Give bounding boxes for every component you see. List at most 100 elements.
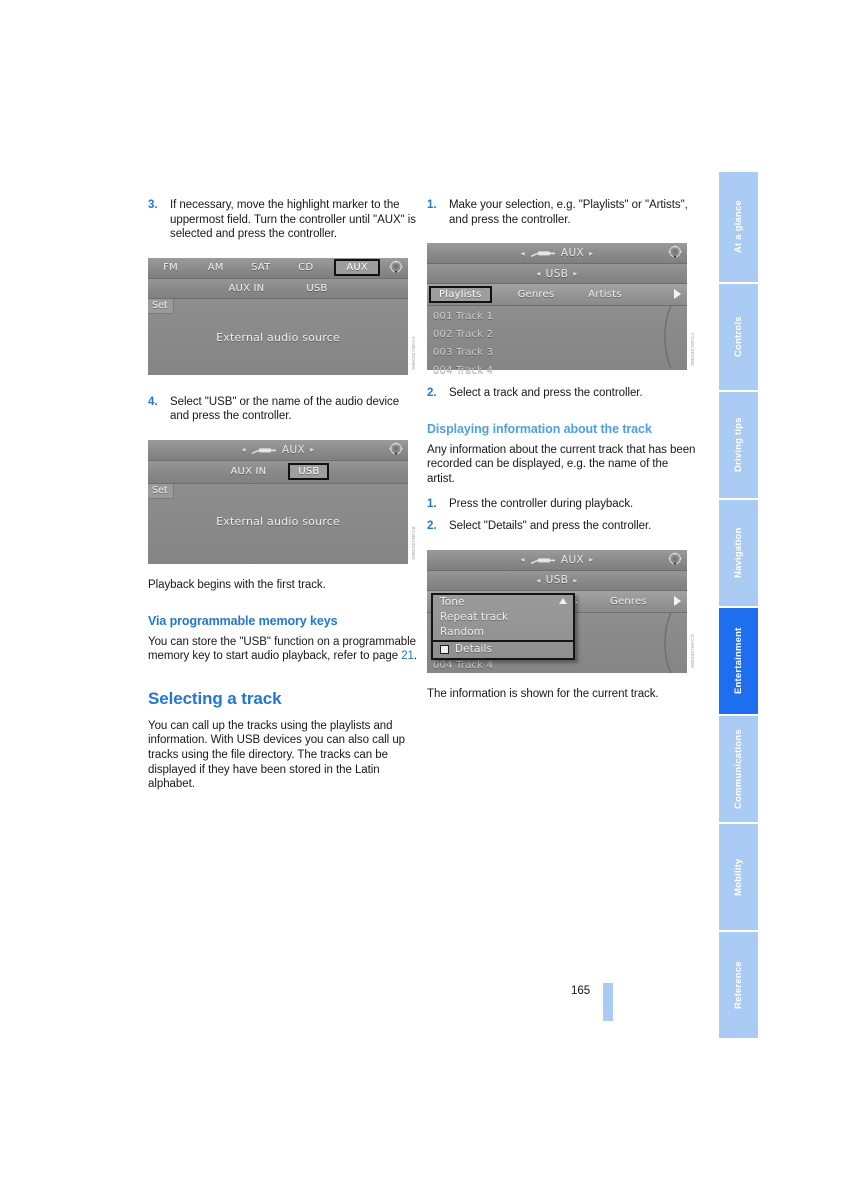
menu-item-details-label: Details (455, 643, 493, 656)
memory-keys-text-before: You can store the "USB" function on a pr… (148, 635, 416, 663)
title-aux: ◂ AUX ▸ (520, 554, 593, 566)
step-b2-text: Select "Details" and press the controlle… (449, 520, 652, 533)
step-b1-number: 1. (427, 497, 437, 510)
idrive-screenshot-aux-modes: FM AM SAT CD AUX AUX IN USB Set External… (148, 257, 416, 375)
mode-bar: FM AM SAT CD AUX (148, 257, 408, 279)
right-arrow-icon[interactable]: ▸ (310, 445, 314, 454)
step-3: 3. If necessary, move the highlight mark… (148, 198, 420, 242)
title-aux: ◂ AUX ▸ (520, 247, 593, 259)
more-tabs-arrow-icon[interactable] (674, 289, 681, 300)
right-arrow-icon[interactable]: ▸ (573, 576, 577, 585)
track-row[interactable]: 001 Track 1 (427, 308, 687, 326)
menu-item-repeat-track[interactable]: Repeat track (433, 610, 573, 625)
step-b2-number: 2. (427, 520, 437, 533)
idrive-screenshot-usb-selected: ◂ AUX ▸ AUX IN USB Set External audio so… (148, 439, 416, 564)
step-1-number: 1. (427, 199, 437, 211)
mode-sat[interactable]: SAT (238, 262, 283, 273)
rail-tab-reference[interactable]: Reference (719, 932, 758, 1038)
screen-body: Set External audio source (148, 483, 408, 564)
subtitle-bar-usb: ◂ USB ▸ (427, 264, 687, 285)
title-bar: ◂ AUX ▸ (427, 549, 687, 571)
sub-item-usb-selected[interactable]: USB (288, 463, 330, 481)
subtitle-text: USB (545, 574, 569, 587)
sub-item-aux-in[interactable]: AUX IN (227, 466, 271, 477)
idrive-screenshot-playlists: ◂ AUX ▸ ◂ USB ▸ Playlists Genres Artists… (427, 243, 695, 376)
subtitle-bar-usb: ◂ USB ▸ (427, 570, 687, 591)
step-b2: 2. Select "Details" and press the contro… (427, 519, 699, 534)
right-arrow-icon[interactable]: ▸ (589, 555, 593, 564)
controller-icon (666, 551, 684, 568)
tab-genres[interactable]: Genres (606, 596, 651, 607)
rail-tab-entertainment[interactable]: Entertainment (719, 608, 758, 714)
left-arrow-icon[interactable]: ◂ (520, 249, 524, 258)
step-4-number: 4. (148, 395, 158, 408)
step-3-number: 3. (148, 199, 158, 211)
set-button[interactable]: Set (148, 483, 174, 499)
track-row[interactable]: 002 Track 2 (427, 326, 687, 344)
rail-tab-communications[interactable]: Communications (719, 716, 758, 822)
mode-fm[interactable]: FM (148, 262, 193, 273)
right-arrow-icon[interactable]: ▸ (573, 269, 577, 278)
set-button[interactable]: Set (148, 298, 174, 314)
menu-scroll-up-arrow-icon[interactable] (559, 597, 567, 604)
page-link-21[interactable]: 21 (401, 650, 414, 662)
idrive-screenshot-details-popup: ◂ AUX ▸ ◂ USB ▸ Genres 004 Track 4 Tone … (427, 549, 695, 673)
menu-item-tone[interactable]: Tone (433, 595, 573, 610)
tab-genres[interactable]: Genres (514, 289, 559, 300)
rail-tab-mobility[interactable]: Mobility (719, 824, 758, 930)
step-4-text: Select "USB" or the name of the audio de… (170, 395, 400, 423)
title-bar: ◂ AUX ▸ (427, 243, 687, 265)
heading-memory-keys: Via programmable memory keys (148, 613, 338, 628)
image-watermark: JME0307MFCD (690, 634, 695, 669)
track-row[interactable]: 003 Track 3 (427, 344, 687, 362)
left-arrow-icon[interactable]: ◂ (536, 269, 540, 278)
controller-icon (387, 441, 405, 458)
sub-item-aux-in[interactable]: AUX IN (225, 283, 269, 294)
scroll-indicator (659, 306, 673, 370)
aux-plug-icon (251, 446, 277, 455)
step-2-text: Select a track and press the controller. (449, 387, 643, 400)
selecting-track-paragraph: You can call up the tracks using the pla… (148, 719, 406, 791)
rail-tab-controls[interactable]: Controls (719, 284, 758, 390)
checkbox-icon[interactable] (440, 645, 449, 655)
more-tabs-arrow-icon[interactable] (674, 595, 681, 606)
image-watermark: JME0307MFCB (411, 525, 416, 560)
step-1: 1. Make your selection, e.g. "Playlists"… (427, 198, 699, 227)
page-number: 165 (571, 985, 591, 997)
rail-tab-at-a-glance[interactable]: At a glance (719, 172, 758, 282)
track-row[interactable]: 004 Track 4 (427, 362, 687, 380)
title-text: AUX (560, 553, 585, 566)
sub-bar-aux-sources: AUX IN USB (148, 278, 408, 299)
mode-aux-selected[interactable]: AUX (334, 259, 380, 277)
displaying-info-paragraph: Any information about the current track … (427, 443, 696, 485)
page-edge-marker (603, 983, 613, 1021)
step-4: 4. Select "USB" or the name of the audio… (148, 395, 420, 424)
memory-keys-text-after: . (413, 650, 418, 663)
tab-artists[interactable]: Artists (584, 289, 625, 300)
menu-item-details[interactable]: Details (433, 639, 573, 658)
menu-item-random[interactable]: Random (433, 625, 573, 640)
subtitle-text: USB (545, 267, 569, 280)
mode-am[interactable]: AM (193, 262, 238, 273)
screen-body: Set External audio source (148, 298, 408, 375)
heading-displaying-information: Displaying information about the track (427, 421, 652, 436)
rail-tab-driving-tips[interactable]: Driving tips (719, 392, 758, 498)
sub-item-usb[interactable]: USB (302, 283, 331, 294)
tab-playlists-selected[interactable]: Playlists (429, 286, 492, 304)
right-arrow-icon[interactable]: ▸ (589, 249, 593, 258)
controller-icon (387, 259, 405, 276)
chapter-tab-rail: At a glance Controls Driving tips Naviga… (719, 172, 758, 1040)
step-2-number: 2. (427, 387, 437, 400)
image-watermark: JME0307MFCC (690, 331, 695, 367)
left-arrow-icon[interactable]: ◂ (536, 576, 540, 585)
aux-plug-icon (530, 556, 556, 564)
left-arrow-icon[interactable]: ◂ (520, 555, 524, 564)
mode-cd[interactable]: CD (283, 262, 328, 273)
step-b1: 1. Press the controller during playback. (427, 497, 699, 512)
context-menu: Tone Repeat track Random Details (431, 592, 575, 660)
step-b1-text: Press the controller during playback. (449, 497, 634, 510)
sub-bar-aux-sources: AUX IN USB (148, 460, 408, 484)
left-arrow-icon[interactable]: ◂ (241, 445, 245, 454)
rail-tab-navigation[interactable]: Navigation (719, 500, 758, 606)
step-3-text: If necessary, move the highlight marker … (170, 199, 416, 241)
